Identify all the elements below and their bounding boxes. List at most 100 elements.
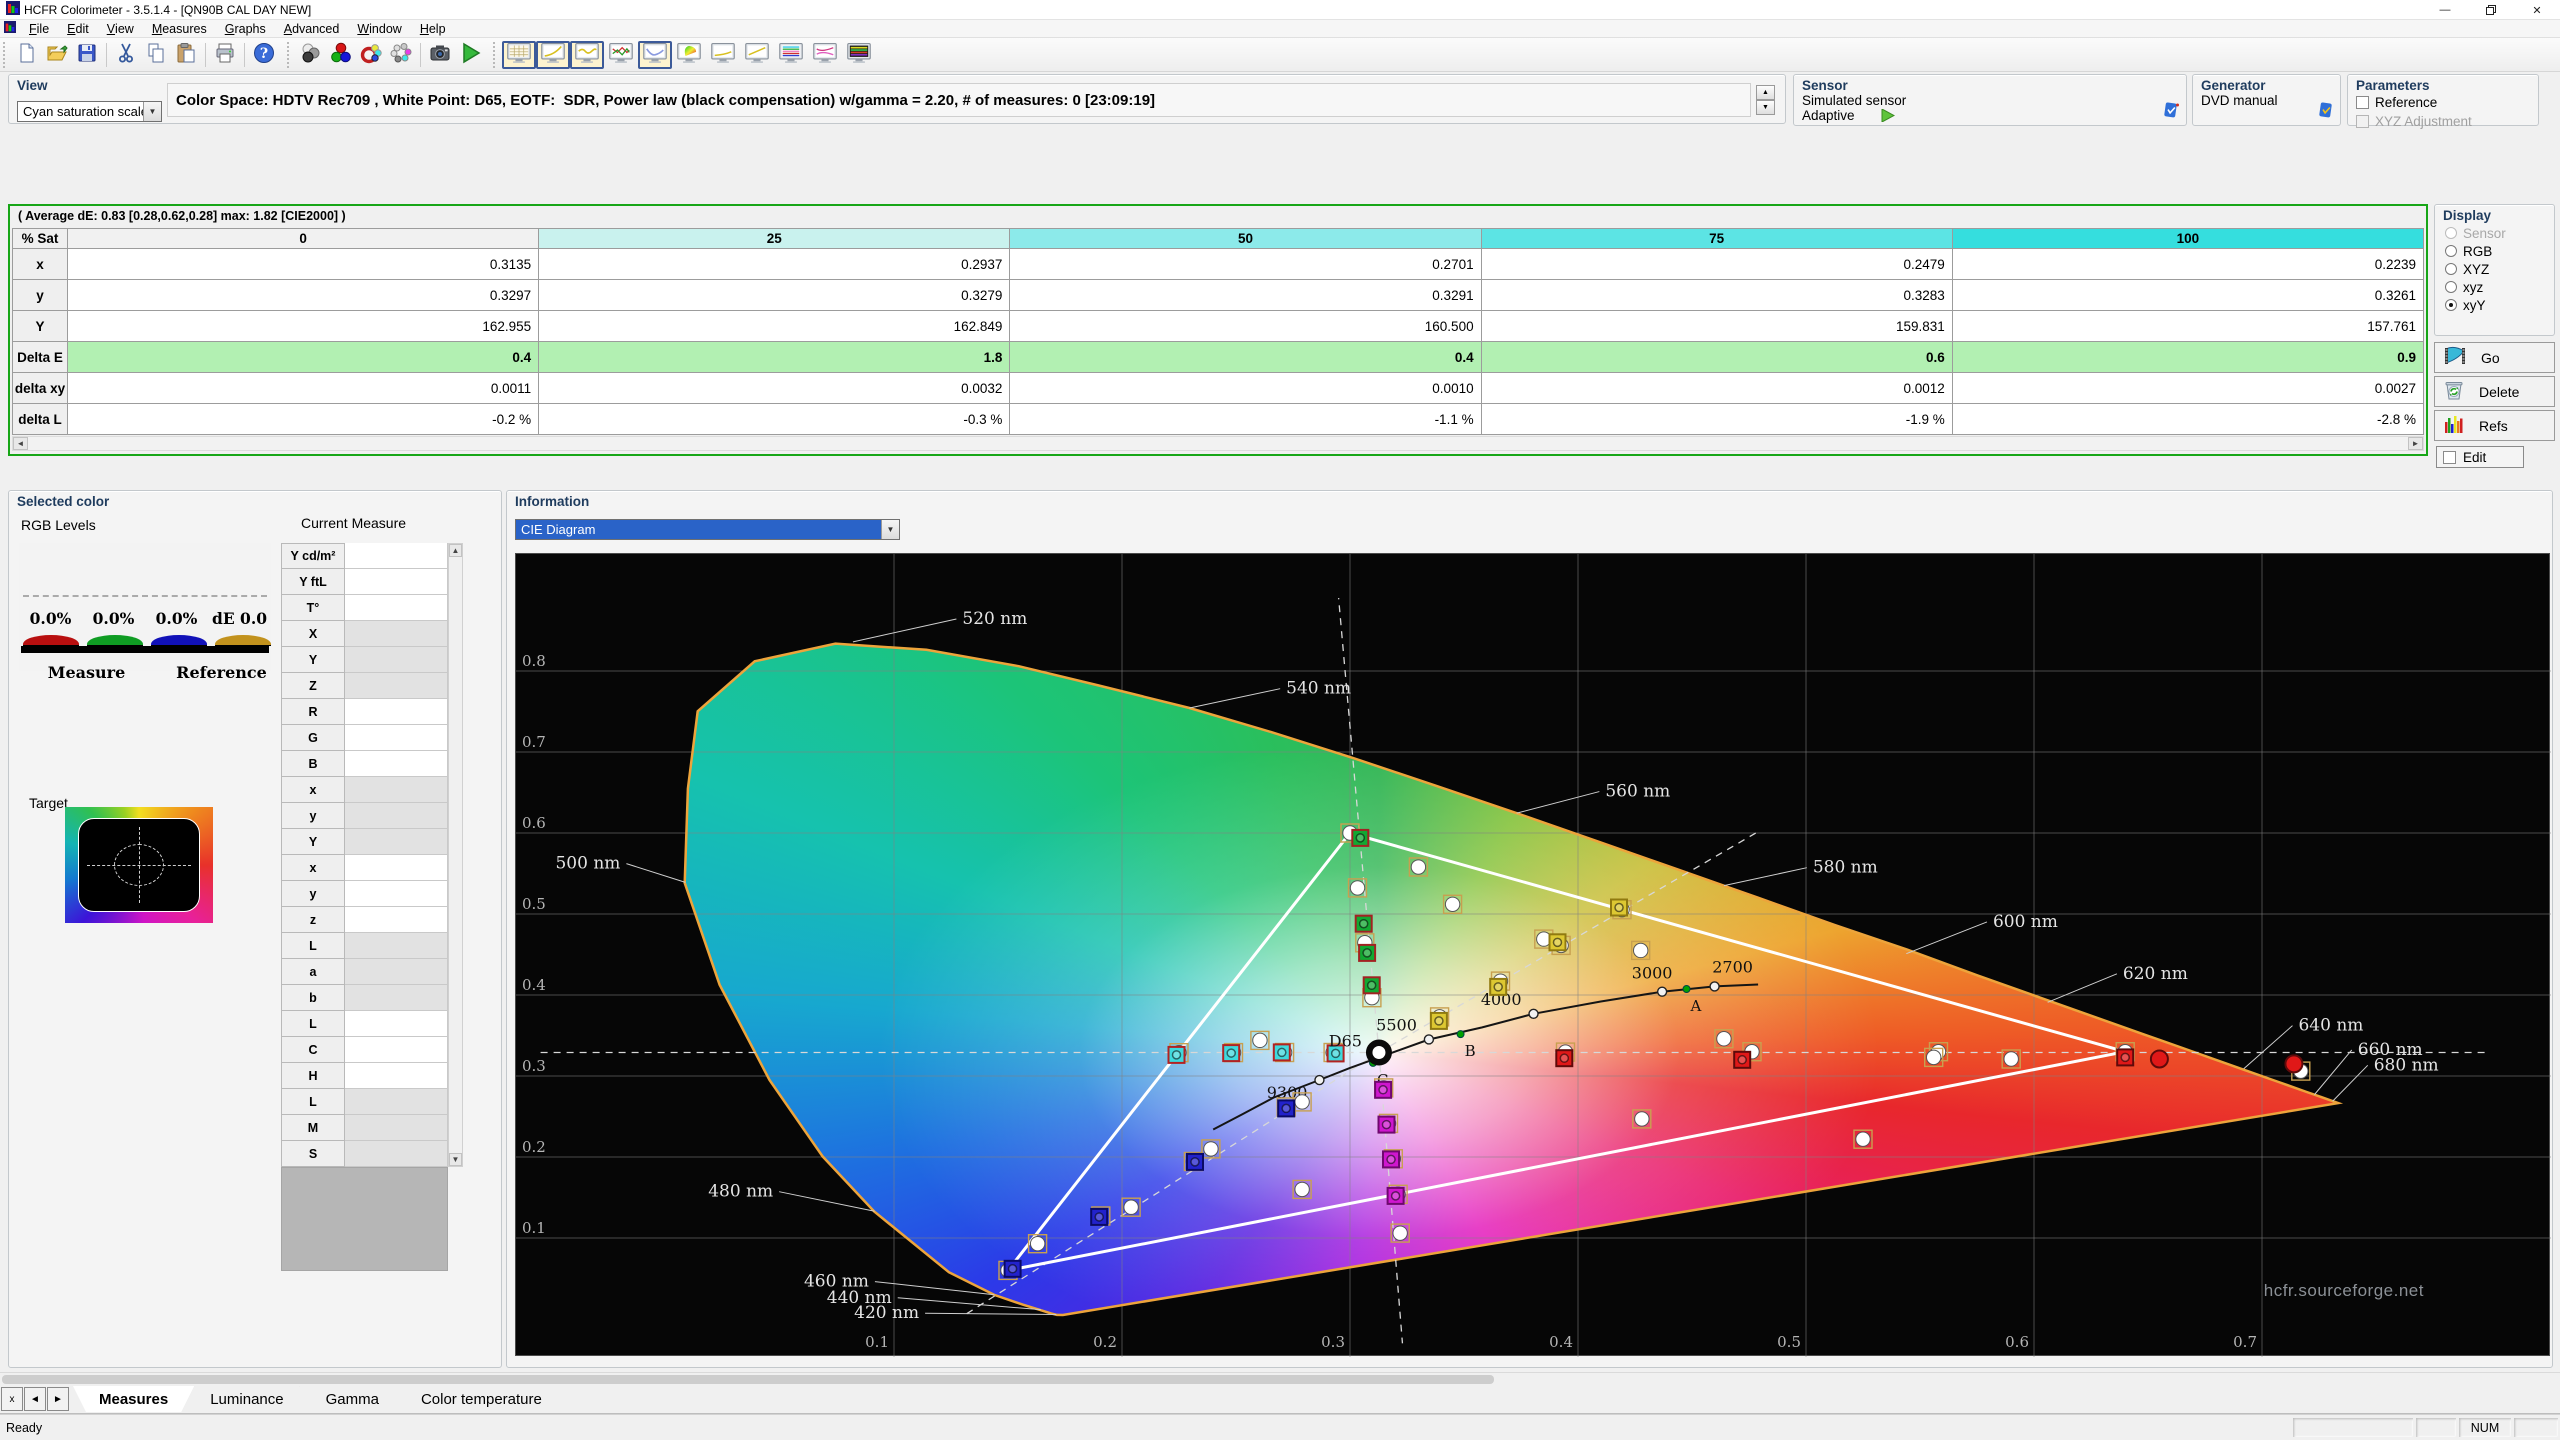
table-cell[interactable]: 0.3291	[1010, 280, 1482, 311]
run-measures-button[interactable]	[455, 41, 485, 69]
cut-button[interactable]	[111, 41, 141, 69]
table-cell[interactable]: 0.2937	[539, 249, 1011, 280]
main-horizontal-scrollbar[interactable]	[0, 1372, 2560, 1385]
table-cell[interactable]: 0.2239	[1952, 249, 2424, 280]
table-cell[interactable]: 0.6	[1481, 342, 1953, 373]
spin-down-icon[interactable]: ▼	[1756, 100, 1775, 115]
primaries-measure-button[interactable]	[326, 41, 356, 69]
table-cell[interactable]: 0.0027	[1952, 373, 2424, 404]
checkbox-box[interactable]	[2356, 96, 2369, 109]
luminance-flat-view-button[interactable]	[706, 41, 740, 69]
table-cell[interactable]: 0.3135	[68, 249, 540, 280]
minimize-button[interactable]: —	[2422, 0, 2468, 20]
table-cell[interactable]: 0.4	[68, 342, 540, 373]
column-header-0[interactable]: 0	[68, 229, 540, 249]
table-cell[interactable]: -1.1 %	[1010, 404, 1482, 435]
edit-checkbox[interactable]: Edit	[2436, 446, 2524, 468]
save-button[interactable]	[72, 41, 102, 69]
generator-config-icon[interactable]	[2318, 101, 2335, 122]
scrollbar-thumb[interactable]	[2, 1375, 1494, 1384]
print-button[interactable]	[210, 41, 240, 69]
column-header-75[interactable]: 75	[1481, 229, 1953, 249]
display-radio-RGB[interactable]: RGB	[2435, 242, 2554, 260]
reference-checkbox[interactable]: Reference	[2348, 93, 2538, 112]
info-spinner[interactable]: ▲ ▼	[1756, 85, 1775, 115]
table-cell[interactable]: 0.9	[1952, 342, 2424, 373]
spectrum-view-button[interactable]	[842, 41, 876, 69]
menu-measures[interactable]: Measures	[143, 20, 216, 38]
column-header-100[interactable]: 100	[1952, 229, 2424, 249]
menu-view[interactable]: View	[98, 20, 143, 38]
table-cell[interactable]: 0.0011	[68, 373, 540, 404]
rgb-levels-view-button[interactable]	[604, 41, 638, 69]
table-horizontal-scrollbar[interactable]: ◄ ►	[12, 436, 2424, 451]
table-cell[interactable]: 0.0032	[539, 373, 1011, 404]
luminance-curve-view-button[interactable]	[536, 40, 570, 69]
scroll-down-icon[interactable]: ▼	[449, 1153, 462, 1166]
restore-button[interactable]	[2468, 0, 2514, 20]
delete-button[interactable]: Delete	[2434, 376, 2555, 407]
snapshot-camera-button[interactable]	[425, 41, 455, 69]
scroll-right-icon[interactable]: ►	[2408, 437, 2423, 450]
table-cell[interactable]: 0.4	[1010, 342, 1482, 373]
table-cell[interactable]: -1.9 %	[1481, 404, 1953, 435]
contrast-rise-view-button[interactable]	[740, 41, 774, 69]
tab-luminance[interactable]: Luminance	[184, 1386, 309, 1412]
scroll-up-icon[interactable]: ▲	[449, 544, 462, 557]
table-cell[interactable]: -2.8 %	[1952, 404, 2424, 435]
tab-color-temperature[interactable]: Color temperature	[395, 1386, 568, 1412]
sensor-config-icon[interactable]	[2163, 101, 2180, 122]
table-cell[interactable]: 157.761	[1952, 311, 2424, 342]
help-button[interactable]: ?	[249, 41, 279, 69]
measures-grid-view-button[interactable]	[502, 40, 536, 69]
table-cell[interactable]: 0.0010	[1010, 373, 1482, 404]
color-bars-view-button[interactable]	[774, 41, 808, 69]
table-cell[interactable]: 0.3279	[539, 280, 1011, 311]
tab-nav-next[interactable]: ►	[47, 1387, 69, 1411]
copy-button[interactable]	[141, 41, 171, 69]
saturation-curves-view-button[interactable]	[808, 41, 842, 69]
tab-nav-prev[interactable]: ◄	[24, 1387, 46, 1411]
table-cell[interactable]: 0.2701	[1010, 249, 1482, 280]
table-cell[interactable]: 1.8	[539, 342, 1011, 373]
edit-checkbox-box[interactable]	[2443, 450, 2456, 464]
display-radio-xyY[interactable]: xyY	[2435, 296, 2554, 314]
table-cell[interactable]: 0.3297	[68, 280, 540, 311]
display-radio-xyz[interactable]: xyz	[2435, 278, 2554, 296]
gamma-wave-view-button[interactable]	[570, 40, 604, 69]
table-cell[interactable]: 162.955	[68, 311, 540, 342]
menu-window[interactable]: Window	[348, 20, 410, 38]
menu-advanced[interactable]: Advanced	[275, 20, 349, 38]
sensor-run-icon[interactable]	[1881, 109, 1895, 122]
grayscale-measure-button[interactable]	[296, 41, 326, 69]
cie-diagram-view-button[interactable]	[672, 41, 706, 69]
column-header-25[interactable]: 25	[539, 229, 1011, 249]
menu-help[interactable]: Help	[411, 20, 455, 38]
table-cell[interactable]: 0.3283	[1481, 280, 1953, 311]
information-view-dropdown[interactable]: CIE Diagram ▼	[515, 519, 900, 540]
tab-nav-close[interactable]: x	[1, 1387, 23, 1411]
secondaries-measure-button[interactable]	[356, 41, 386, 69]
spin-up-icon[interactable]: ▲	[1756, 85, 1775, 100]
table-cell[interactable]: -0.2 %	[68, 404, 540, 435]
table-cell[interactable]: 159.831	[1481, 311, 1953, 342]
table-cell[interactable]: -0.3 %	[539, 404, 1011, 435]
table-cell[interactable]: 0.2479	[1481, 249, 1953, 280]
continuous-measure-button[interactable]	[386, 41, 416, 69]
nearblack-curve-view-button[interactable]	[638, 40, 672, 69]
view-scale-dropdown[interactable]: Cyan saturation scale ▼	[17, 101, 162, 122]
table-cell[interactable]: 160.500	[1010, 311, 1482, 342]
table-cell[interactable]: 162.849	[539, 311, 1011, 342]
refs-button[interactable]: Refs	[2434, 410, 2555, 441]
tab-gamma[interactable]: Gamma	[300, 1386, 405, 1412]
menu-graphs[interactable]: Graphs	[216, 20, 275, 38]
tab-measures[interactable]: Measures	[73, 1386, 194, 1412]
cie-diagram-chart[interactable]: 9300 5500 4000 3000 2700 A B C 520 nm 540 nm 560 n…	[515, 553, 2551, 1357]
table-cell[interactable]: 0.0012	[1481, 373, 1953, 404]
table-cell[interactable]: 0.3261	[1952, 280, 2424, 311]
open-folder-button[interactable]	[42, 41, 72, 69]
new-document-button[interactable]	[12, 41, 42, 69]
close-button[interactable]: ✕	[2514, 0, 2560, 20]
go-button[interactable]: Go	[2434, 342, 2555, 373]
display-radio-XYZ[interactable]: XYZ	[2435, 260, 2554, 278]
